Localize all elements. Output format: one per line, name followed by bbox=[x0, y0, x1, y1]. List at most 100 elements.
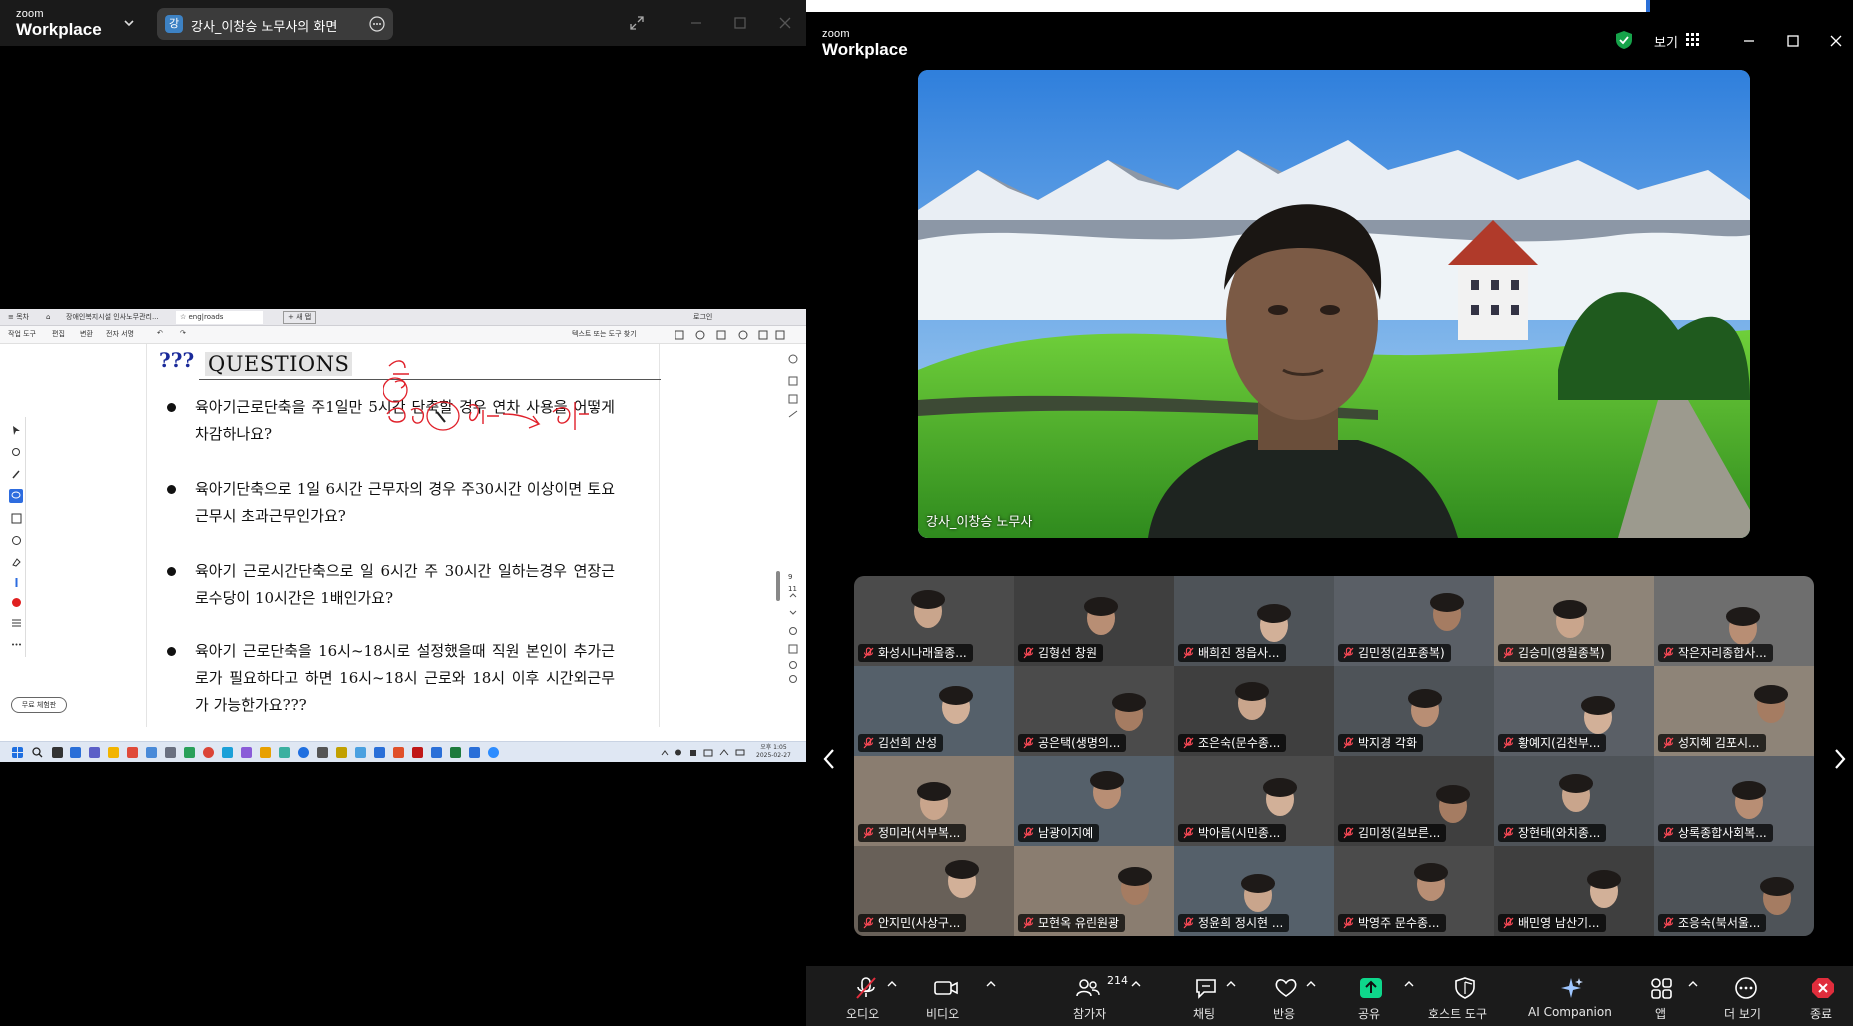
chat-caret-icon[interactable] bbox=[1226, 980, 1236, 988]
minimize-icon[interactable] bbox=[1740, 32, 1758, 50]
maximize-icon[interactable] bbox=[731, 14, 749, 32]
host-shield-icon bbox=[1455, 977, 1475, 999]
participant-name: 김형선 창원 bbox=[1038, 646, 1098, 660]
participant-tile[interactable]: 배민영 남산기... bbox=[1494, 846, 1654, 936]
gallery-next-icon[interactable] bbox=[1831, 746, 1849, 772]
participant-tile[interactable]: 김형선 창원 bbox=[1014, 576, 1174, 666]
participant-name-label: 김승미(영월종복) bbox=[1498, 644, 1611, 662]
zoom-workplace-logo[interactable]: zoom Workplace bbox=[16, 9, 102, 39]
video-caret-icon[interactable] bbox=[986, 980, 996, 988]
chat-button[interactable]: 채팅 bbox=[1171, 966, 1241, 1026]
participant-tile[interactable]: 장현태(와치종... bbox=[1494, 756, 1654, 846]
participant-tile[interactable]: 정미라(서부복... bbox=[854, 756, 1014, 846]
participant-tile[interactable]: 배희진 정읍사... bbox=[1174, 576, 1334, 666]
end-meeting-icon bbox=[1812, 978, 1834, 998]
more-options-icon[interactable] bbox=[369, 16, 385, 32]
zoom-taskbar-icon bbox=[488, 747, 499, 758]
participant-tile[interactable]: 공은택(생명의... bbox=[1014, 666, 1174, 756]
participant-name-label: 김형선 창원 bbox=[1018, 644, 1104, 662]
participant-tile[interactable]: 조응숙(북서울... bbox=[1654, 846, 1814, 936]
active-speaker-video[interactable]: 강사_이창승 노무사 bbox=[918, 70, 1750, 538]
screen-share-tab[interactable]: 강 강사_이창승 노무사의 화면 bbox=[157, 8, 393, 40]
participant-name-label: 배민영 남산기... bbox=[1498, 914, 1606, 932]
participant-tile[interactable]: 김선희 산성 bbox=[854, 666, 1014, 756]
participant-hair bbox=[1263, 778, 1297, 797]
participant-tile[interactable]: 화성시나래울종... bbox=[854, 576, 1014, 666]
participant-hair bbox=[1587, 870, 1621, 889]
speaker-name-label: 강사_이창승 노무사 bbox=[926, 515, 1033, 530]
participant-tile[interactable]: 정윤희 정시현 ... bbox=[1174, 846, 1334, 936]
encryption-shield-icon[interactable] bbox=[1615, 30, 1633, 50]
gallery-prev-icon[interactable] bbox=[820, 746, 838, 772]
minimize-icon[interactable] bbox=[687, 14, 705, 32]
participant-hair bbox=[1760, 877, 1794, 896]
reactions-caret-icon[interactable] bbox=[1306, 980, 1316, 988]
host-tools-button[interactable]: 호스트 도구 bbox=[1416, 966, 1516, 1026]
participant-name: 장현태(와치종... bbox=[1518, 826, 1601, 840]
grid-view-icon[interactable] bbox=[1686, 33, 1700, 47]
participant-gallery: 화성시나래울종... 김형선 창원 배희진 정읍사... 김민정(김포종복) 김승미(영… bbox=[854, 576, 1814, 936]
excel-icon bbox=[450, 747, 461, 758]
shared-menu-redo: ↷ bbox=[180, 329, 186, 337]
zoom-workplace-logo: zoom Workplace bbox=[822, 28, 908, 59]
participant-hair bbox=[1754, 685, 1788, 704]
mic-off-icon bbox=[1503, 647, 1514, 659]
taskbar-app-icon bbox=[431, 747, 442, 758]
participant-tile[interactable]: 성지혜 김포시... bbox=[1654, 666, 1814, 756]
view-button[interactable]: 보기 bbox=[1654, 32, 1678, 51]
ai-companion-button[interactable]: AI Companion bbox=[1522, 966, 1622, 1026]
participant-name: 작은자리종합사... bbox=[1678, 646, 1767, 660]
shared-pdf-menubar: 작업 도구 편집 변환 전자 서명 ↶ ↷ 텍스트 또는 도구 찾기 bbox=[0, 326, 806, 344]
audio-button[interactable]: 오디오 bbox=[826, 966, 906, 1026]
apps-button[interactable]: 앱 bbox=[1626, 966, 1696, 1026]
participant-name-label: 남광이지예 bbox=[1018, 824, 1100, 842]
participant-tile[interactable]: 모현옥 유린원광 bbox=[1014, 846, 1174, 936]
participants-caret-icon[interactable] bbox=[1131, 980, 1141, 988]
shared-menu-edit: 편집 bbox=[52, 330, 65, 338]
participant-tile[interactable]: 안지민(사상구... bbox=[854, 846, 1014, 936]
participant-name: 조은숙(문수종... bbox=[1198, 736, 1281, 750]
chevron-down-icon[interactable] bbox=[122, 16, 136, 30]
participant-name: 김미정(길보른... bbox=[1358, 826, 1441, 840]
edge-icon bbox=[298, 747, 309, 758]
share-caret-icon[interactable] bbox=[1404, 980, 1414, 988]
participant-hair bbox=[1257, 604, 1291, 623]
participant-tile[interactable]: 김승미(영월종복) bbox=[1494, 576, 1654, 666]
participant-tile[interactable]: 김민정(김포종복) bbox=[1334, 576, 1494, 666]
participant-tile[interactable]: 박영주 문수종... bbox=[1334, 846, 1494, 936]
more-button[interactable]: 더 보기 bbox=[1706, 966, 1786, 1026]
taskbar-app-icon bbox=[241, 747, 252, 758]
end-meeting-button[interactable]: 종료 bbox=[1796, 966, 1850, 1026]
participant-tile[interactable]: 남광이지예 bbox=[1014, 756, 1174, 846]
reactions-label: 반응 bbox=[1273, 1007, 1296, 1021]
reactions-button[interactable]: 반응 bbox=[1251, 966, 1321, 1026]
participant-tile[interactable]: 박아름(시민종... bbox=[1174, 756, 1334, 846]
taskbar-app-icon bbox=[127, 747, 138, 758]
video-button[interactable]: 비디오 bbox=[906, 966, 986, 1026]
audio-caret-icon[interactable] bbox=[887, 980, 897, 988]
mic-off-icon bbox=[1663, 917, 1674, 929]
expand-icon[interactable] bbox=[628, 14, 646, 32]
participant-tile[interactable]: 박지경 각화 bbox=[1334, 666, 1494, 756]
participant-name: 김민정(김포종복) bbox=[1358, 646, 1445, 660]
meeting-header: zoom Workplace 보기 bbox=[806, 12, 1853, 64]
close-icon[interactable] bbox=[1827, 32, 1845, 50]
participant-hair bbox=[1241, 874, 1275, 893]
participant-tile[interactable]: 상록종합사회복... bbox=[1654, 756, 1814, 846]
participant-hair bbox=[1553, 600, 1587, 619]
participant-tile[interactable]: 김미정(길보른... bbox=[1334, 756, 1494, 846]
participant-tile[interactable]: 작은자리종합사... bbox=[1654, 576, 1814, 666]
participant-tile[interactable]: 조은숙(문수종... bbox=[1174, 666, 1334, 756]
mic-off-icon bbox=[1183, 737, 1194, 749]
share-button[interactable]: 공유 bbox=[1336, 966, 1406, 1026]
participants-button[interactable]: 214 참가자 bbox=[1051, 966, 1141, 1026]
logo-line1: zoom bbox=[822, 28, 850, 40]
apps-caret-icon[interactable] bbox=[1688, 980, 1698, 988]
maximize-icon[interactable] bbox=[1784, 32, 1802, 50]
mic-off-icon bbox=[1343, 827, 1354, 839]
stamp-tool-icon bbox=[12, 536, 21, 545]
close-icon[interactable] bbox=[776, 14, 794, 32]
video-camera-icon bbox=[934, 981, 958, 995]
shared-tab-home: ⌂ bbox=[46, 313, 51, 321]
participant-tile[interactable]: 황예지(김천부... bbox=[1494, 666, 1654, 756]
